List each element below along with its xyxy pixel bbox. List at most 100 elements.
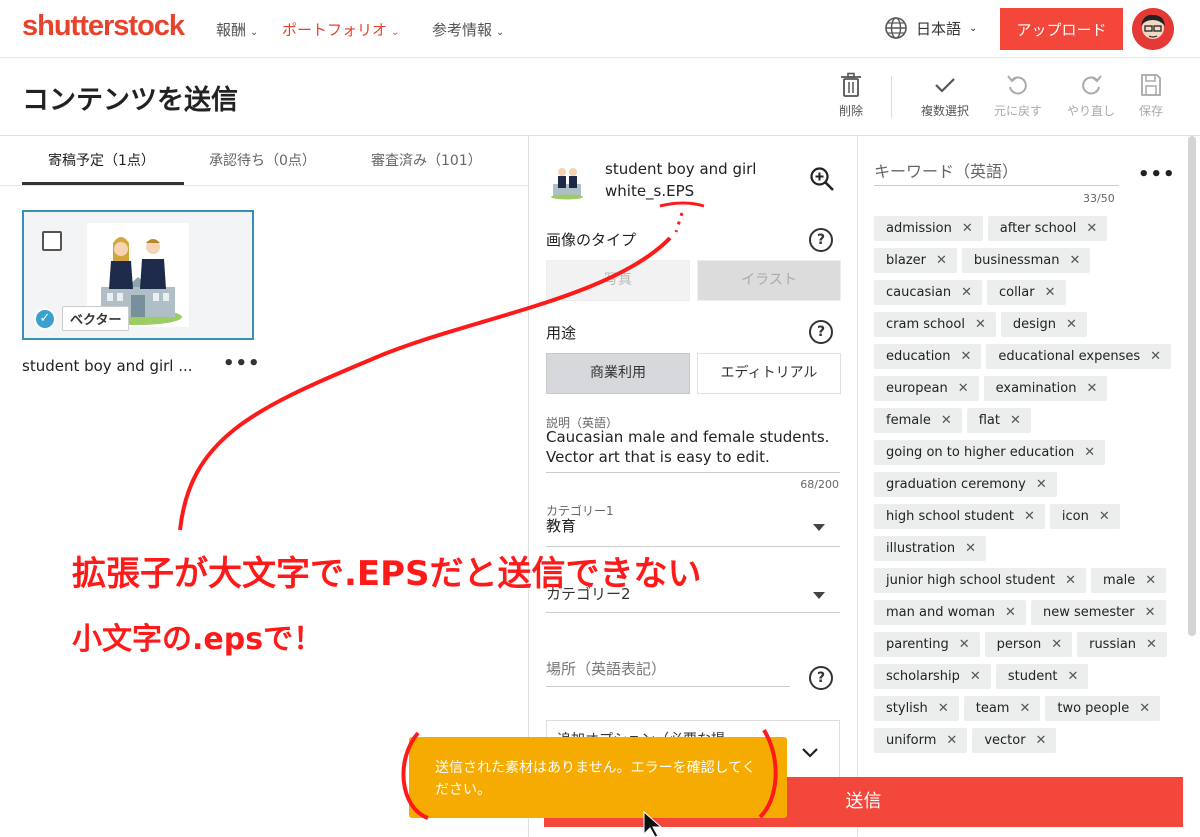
chevron-down-icon[interactable] — [801, 744, 819, 763]
keyword-chip[interactable]: man and woman ✕ — [874, 600, 1026, 625]
language-selector[interactable]: 日本語 ⌄ — [884, 16, 977, 40]
keyword-chip[interactable]: person ✕ — [984, 632, 1073, 657]
remove-keyword-icon[interactable]: ✕ — [1068, 669, 1079, 684]
remove-keyword-icon[interactable]: ✕ — [1065, 573, 1076, 588]
tab-to-submit[interactable]: 寄稿予定（1点） — [48, 150, 155, 170]
description-input[interactable]: Caucasian male and female students. Vect… — [546, 427, 846, 467]
keyword-chip[interactable]: new semester ✕ — [1030, 600, 1166, 625]
remove-keyword-icon[interactable]: ✕ — [1019, 701, 1030, 716]
remove-keyword-icon[interactable]: ✕ — [962, 221, 973, 236]
keyword-chip[interactable]: flat ✕ — [966, 408, 1031, 433]
tab-reviewed[interactable]: 審査済み（101） — [371, 150, 482, 170]
keyword-chip[interactable]: uniform ✕ — [874, 728, 968, 753]
keyword-chip[interactable]: team ✕ — [963, 696, 1041, 721]
remove-keyword-icon[interactable]: ✕ — [1036, 477, 1047, 492]
remove-keyword-icon[interactable]: ✕ — [1024, 509, 1035, 524]
keyword-chip[interactable]: junior high school student ✕ — [874, 568, 1087, 593]
multi-select-button[interactable]: 複数選択 — [915, 72, 975, 119]
remove-keyword-icon[interactable]: ✕ — [961, 285, 972, 300]
keyword-chip[interactable]: education ✕ — [874, 344, 982, 369]
keyword-chip[interactable]: parenting ✕ — [874, 632, 980, 657]
keyword-chip[interactable]: graduation ceremony ✕ — [874, 472, 1057, 497]
keyword-chip[interactable]: caucasian ✕ — [874, 280, 982, 305]
remove-keyword-icon[interactable]: ✕ — [975, 317, 986, 332]
keyword-chip[interactable]: design ✕ — [1000, 312, 1087, 337]
remove-keyword-icon[interactable]: ✕ — [1045, 285, 1056, 300]
remove-keyword-icon[interactable]: ✕ — [1051, 637, 1062, 652]
usage-editorial[interactable]: エディトリアル — [697, 353, 841, 394]
avatar[interactable] — [1132, 8, 1174, 50]
remove-keyword-icon[interactable]: ✕ — [1099, 509, 1110, 524]
remove-keyword-icon[interactable]: ✕ — [1036, 733, 1047, 748]
keyword-chip[interactable]: stylish ✕ — [874, 696, 959, 721]
keyword-chip[interactable]: european ✕ — [874, 376, 979, 401]
image-type-illustration[interactable]: イラスト — [697, 260, 841, 301]
zoom-in-icon[interactable] — [809, 166, 835, 196]
keyword-chip[interactable]: two people ✕ — [1045, 696, 1161, 721]
help-icon[interactable]: ? — [809, 228, 833, 252]
shutterstock-logo[interactable]: shutterstock — [22, 10, 185, 43]
remove-keyword-icon[interactable]: ✕ — [1150, 349, 1161, 364]
remove-keyword-icon[interactable]: ✕ — [961, 349, 972, 364]
remove-keyword-icon[interactable]: ✕ — [936, 253, 947, 268]
keyword-chip[interactable]: high school student ✕ — [874, 504, 1045, 529]
usage-commercial[interactable]: 商業利用 — [546, 353, 690, 394]
asset-card[interactable]: ✓ ベクター — [22, 210, 254, 340]
remove-keyword-icon[interactable]: ✕ — [965, 541, 976, 556]
remove-keyword-icon[interactable]: ✕ — [1146, 637, 1157, 652]
keyword-chip[interactable]: student ✕ — [995, 664, 1089, 689]
keyword-chip[interactable]: after school ✕ — [987, 216, 1108, 241]
keyword-chip[interactable]: vector ✕ — [972, 728, 1057, 753]
remove-keyword-icon[interactable]: ✕ — [1069, 253, 1080, 268]
delete-button[interactable]: 削除 — [821, 72, 881, 119]
remove-keyword-icon[interactable]: ✕ — [1139, 701, 1150, 716]
scrollbar[interactable] — [1188, 136, 1196, 636]
keyword-chip[interactable]: female ✕ — [874, 408, 962, 433]
keyword-chip[interactable]: going on to higher education ✕ — [874, 440, 1106, 465]
keyword-chip[interactable]: admission ✕ — [874, 216, 983, 241]
remove-keyword-icon[interactable]: ✕ — [958, 381, 969, 396]
help-icon[interactable]: ? — [809, 666, 833, 690]
image-type-photo[interactable]: 写真 — [546, 260, 690, 301]
more-options-icon[interactable]: ••• — [223, 353, 261, 374]
keyword-chip[interactable]: russian ✕ — [1077, 632, 1167, 657]
undo-button[interactable]: 元に戻す — [988, 72, 1048, 119]
redo-button[interactable]: やり直し — [1061, 72, 1121, 119]
nav-earnings[interactable]: 報酬 ⌄ — [216, 19, 258, 40]
remove-keyword-icon[interactable]: ✕ — [1145, 605, 1156, 620]
dropdown-arrow-icon[interactable] — [813, 592, 825, 599]
remove-keyword-icon[interactable]: ✕ — [941, 413, 952, 428]
remove-keyword-icon[interactable]: ✕ — [1084, 445, 1095, 460]
keyword-chip[interactable]: collar ✕ — [986, 280, 1066, 305]
keyword-chip[interactable]: educational expenses ✕ — [986, 344, 1172, 369]
remove-keyword-icon[interactable]: ✕ — [946, 733, 957, 748]
category1-value[interactable]: 教育 — [546, 516, 576, 536]
keyword-chip[interactable]: illustration ✕ — [874, 536, 987, 561]
asset-checkbox[interactable] — [42, 231, 62, 251]
location-input[interactable]: 場所（英語表記） — [546, 658, 666, 679]
keyword-chip[interactable]: businessman ✕ — [961, 248, 1091, 273]
upload-button[interactable]: アップロード — [1000, 8, 1123, 50]
remove-keyword-icon[interactable]: ✕ — [1086, 381, 1097, 396]
save-button[interactable]: 保存 — [1121, 72, 1181, 119]
keyword-chip[interactable]: cram school ✕ — [874, 312, 996, 337]
remove-keyword-icon[interactable]: ✕ — [1066, 317, 1077, 332]
remove-keyword-icon[interactable]: ✕ — [1145, 573, 1156, 588]
dropdown-arrow-icon[interactable] — [813, 524, 825, 531]
remove-keyword-icon[interactable]: ✕ — [959, 637, 970, 652]
more-options-icon[interactable]: ••• — [1138, 164, 1176, 185]
keyword-chip[interactable]: icon ✕ — [1049, 504, 1120, 529]
remove-keyword-icon[interactable]: ✕ — [970, 669, 981, 684]
keyword-chip[interactable]: blazer ✕ — [874, 248, 957, 273]
keyword-chip[interactable]: examination ✕ — [983, 376, 1108, 401]
nav-portfolio[interactable]: ポートフォリオ ⌄ — [282, 19, 399, 40]
keyword-chip[interactable]: male ✕ — [1091, 568, 1167, 593]
tab-pending[interactable]: 承認待ち（0点） — [209, 150, 316, 170]
keywords-input[interactable]: キーワード（英語） — [874, 158, 1018, 182]
remove-keyword-icon[interactable]: ✕ — [1086, 221, 1097, 236]
keyword-chip[interactable]: scholarship ✕ — [874, 664, 991, 689]
help-icon[interactable]: ? — [809, 320, 833, 344]
remove-keyword-icon[interactable]: ✕ — [938, 701, 949, 716]
remove-keyword-icon[interactable]: ✕ — [1005, 605, 1016, 620]
nav-resources[interactable]: 参考情報 ⌄ — [432, 19, 504, 40]
